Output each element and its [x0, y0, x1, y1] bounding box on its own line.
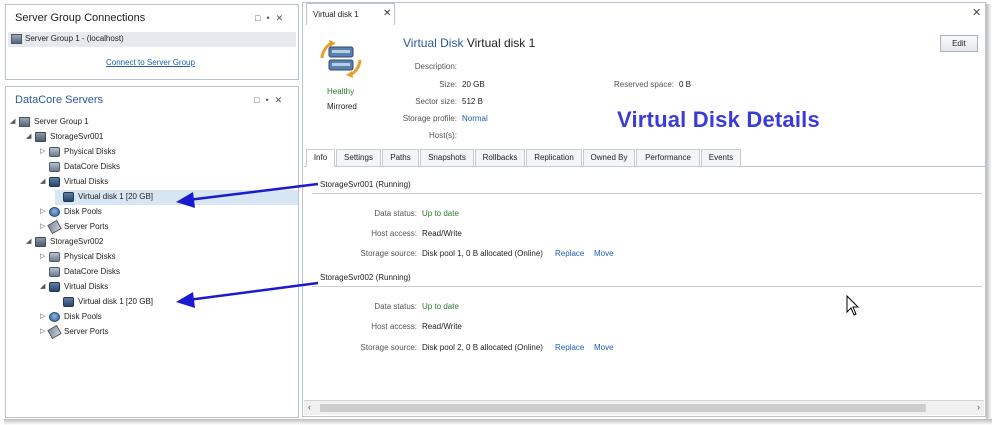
mouse-cursor-icon	[846, 295, 860, 316]
annotation-arrows	[176, 182, 319, 308]
annotation-arrow	[187, 281, 319, 302]
annotation-arrow	[187, 182, 319, 202]
arrow-head-icon	[176, 292, 195, 308]
arrow-head-icon	[176, 192, 195, 208]
